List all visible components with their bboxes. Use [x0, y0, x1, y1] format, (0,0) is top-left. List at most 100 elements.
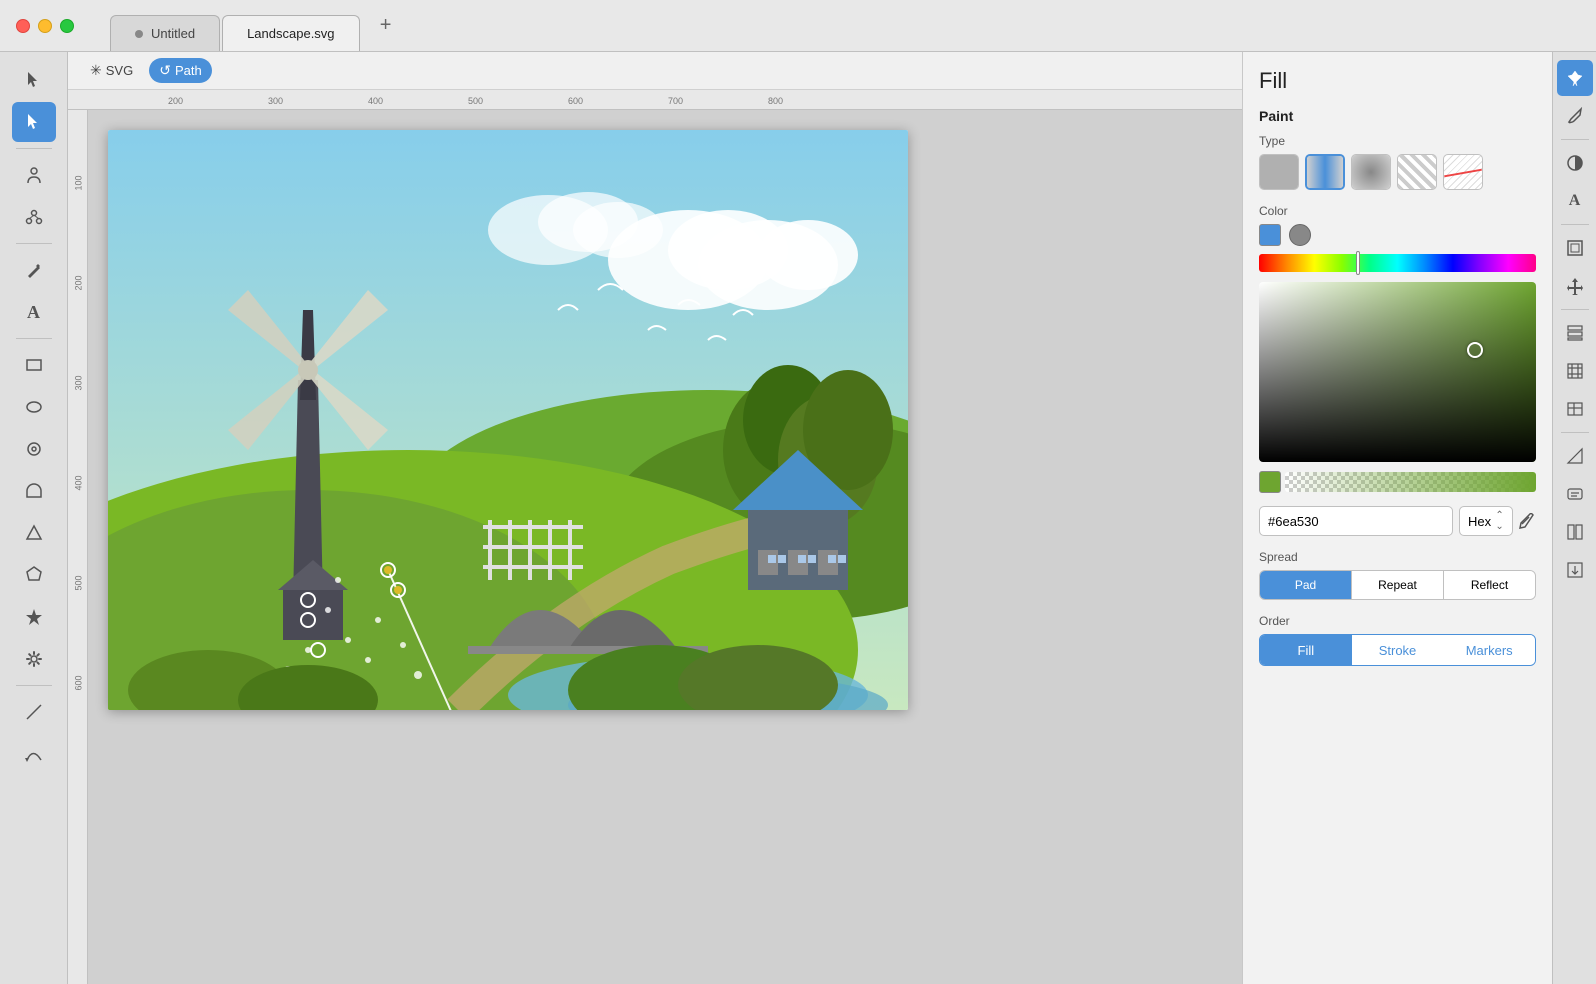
type-buttons — [1259, 154, 1536, 190]
rt-export-btn[interactable] — [1557, 552, 1593, 588]
color-swatch-blue[interactable] — [1259, 224, 1281, 246]
export-icon — [1566, 561, 1584, 579]
radial-preview — [1352, 155, 1390, 189]
tool-text[interactable]: A — [12, 292, 56, 332]
tool-node[interactable] — [12, 102, 56, 142]
brush-icon — [1566, 107, 1584, 125]
rt-brush-btn[interactable] — [1557, 98, 1593, 134]
solid-preview — [1260, 155, 1298, 189]
color-picker-cursor — [1467, 342, 1483, 358]
rt-contrast-btn[interactable] — [1557, 145, 1593, 181]
tool-circle[interactable] — [12, 429, 56, 469]
type-solid-btn[interactable] — [1259, 154, 1299, 190]
order-tabs: Fill Stroke Markers — [1259, 634, 1536, 666]
order-markers-tab[interactable]: Markers — [1443, 635, 1535, 665]
hex-input[interactable] — [1259, 506, 1453, 536]
maximize-button[interactable] — [60, 19, 74, 33]
none-preview — [1444, 155, 1482, 189]
tool-select[interactable] — [12, 60, 56, 100]
tool-bezier[interactable] — [12, 734, 56, 774]
contrast-icon — [1566, 154, 1584, 172]
fill-panel: Fill Paint Type Color — [1242, 52, 1552, 984]
rt-library-btn[interactable] — [1557, 391, 1593, 427]
rt-comment-btn[interactable] — [1557, 476, 1593, 512]
tool-line[interactable] — [12, 692, 56, 732]
add-tab-button[interactable]: + — [370, 10, 402, 42]
tool-gear[interactable] — [12, 639, 56, 679]
color-label: Color — [1259, 204, 1536, 218]
eyedropper-icon — [1519, 513, 1535, 529]
svg-canvas — [108, 130, 908, 710]
tool-node2[interactable] — [12, 197, 56, 237]
rt-frame-btn[interactable] — [1557, 230, 1593, 266]
v-ruler-mark-600: 600 — [73, 675, 83, 690]
ruler-mark-300: 300 — [268, 96, 283, 106]
type-radial-btn[interactable] — [1351, 154, 1391, 190]
minimize-button[interactable] — [38, 19, 52, 33]
type-label: Type — [1259, 134, 1536, 148]
tool-triangle[interactable] — [12, 513, 56, 553]
close-button[interactable] — [16, 19, 30, 33]
tool-person[interactable] — [12, 155, 56, 195]
h-ruler-marks: 200 300 400 500 600 700 800 — [88, 90, 1242, 109]
tab-untitled[interactable]: Untitled — [110, 15, 220, 51]
rt-separator-1 — [1561, 139, 1589, 140]
tool-star[interactable] — [12, 597, 56, 637]
font-icon: A — [1569, 192, 1581, 210]
spread-repeat-btn[interactable]: Repeat — [1352, 571, 1444, 599]
breadcrumb-bar: ✳ SVG ↺ Path — [68, 52, 1242, 90]
v-ruler-mark-300: 300 — [73, 375, 83, 390]
canvas-document — [108, 130, 908, 710]
color-picker[interactable] — [1259, 282, 1536, 462]
breadcrumb-svg[interactable]: ✳ SVG — [80, 58, 143, 83]
alpha-bar-wrapper — [1259, 472, 1536, 492]
alpha-color-swatch[interactable] — [1259, 471, 1281, 493]
chevron-icon: ⌃⌄ — [1495, 510, 1503, 532]
rt-separator-3 — [1561, 309, 1589, 310]
order-stroke-tab[interactable]: Stroke — [1352, 635, 1444, 665]
main-canvas-row: 100 200 300 400 500 600 — [68, 110, 1242, 984]
color-swatch-gray[interactable] — [1289, 224, 1311, 246]
rt-bracket-btn[interactable] — [1557, 514, 1593, 550]
rt-separator-2 — [1561, 224, 1589, 225]
pattern-preview — [1398, 155, 1436, 189]
spread-reflect-btn[interactable]: Reflect — [1444, 571, 1535, 599]
ruler-mark-600: 600 — [568, 96, 583, 106]
slope-icon — [1566, 447, 1584, 465]
rt-layers-btn[interactable] — [1557, 315, 1593, 351]
spread-label: Spread — [1259, 550, 1536, 564]
tool-arc[interactable] — [12, 471, 56, 511]
rt-slope-btn[interactable] — [1557, 438, 1593, 474]
v-ruler-mark-400: 400 — [73, 475, 83, 490]
tab-landscape[interactable]: Landscape.svg — [222, 15, 359, 51]
tool-rect[interactable] — [12, 345, 56, 385]
hex-type-select[interactable]: Hex ⌃⌄ — [1459, 506, 1513, 536]
canvas-viewport[interactable] — [88, 110, 1242, 984]
rt-move-btn[interactable] — [1557, 268, 1593, 304]
ruler-container: 200 300 400 500 600 700 800 100 200 300 … — [68, 90, 1242, 984]
spectrum-cursor — [1356, 251, 1360, 275]
tool-ellipse[interactable] — [12, 387, 56, 427]
tool-pentagon[interactable] — [12, 555, 56, 595]
tool-pencil[interactable] — [12, 250, 56, 290]
titlebar: Untitled Landscape.svg + — [0, 0, 1596, 52]
type-none-btn[interactable] — [1443, 154, 1483, 190]
spread-pad-btn[interactable]: Pad — [1260, 571, 1352, 599]
hex-type-label: Hex — [1468, 514, 1491, 529]
rt-pin-btn[interactable] — [1557, 60, 1593, 96]
window-controls — [0, 19, 90, 33]
alpha-bar[interactable] — [1285, 472, 1536, 492]
type-linear-btn[interactable] — [1305, 154, 1345, 190]
rt-grid-btn[interactable] — [1557, 353, 1593, 389]
bracket-icon — [1566, 523, 1584, 541]
order-fill-tab[interactable]: Fill — [1260, 635, 1352, 665]
eyedropper-button[interactable] — [1519, 506, 1536, 536]
ruler-mark-800: 800 — [768, 96, 783, 106]
v-ruler-mark-200: 200 — [73, 275, 83, 290]
breadcrumb-path[interactable]: ↺ Path — [149, 58, 211, 83]
color-spectrum-bar[interactable] — [1259, 254, 1536, 272]
tab-bar: Untitled Landscape.svg + — [110, 0, 402, 51]
rt-font-btn[interactable]: A — [1557, 183, 1593, 219]
right-toolbar: A — [1552, 52, 1596, 984]
type-pattern-btn[interactable] — [1397, 154, 1437, 190]
